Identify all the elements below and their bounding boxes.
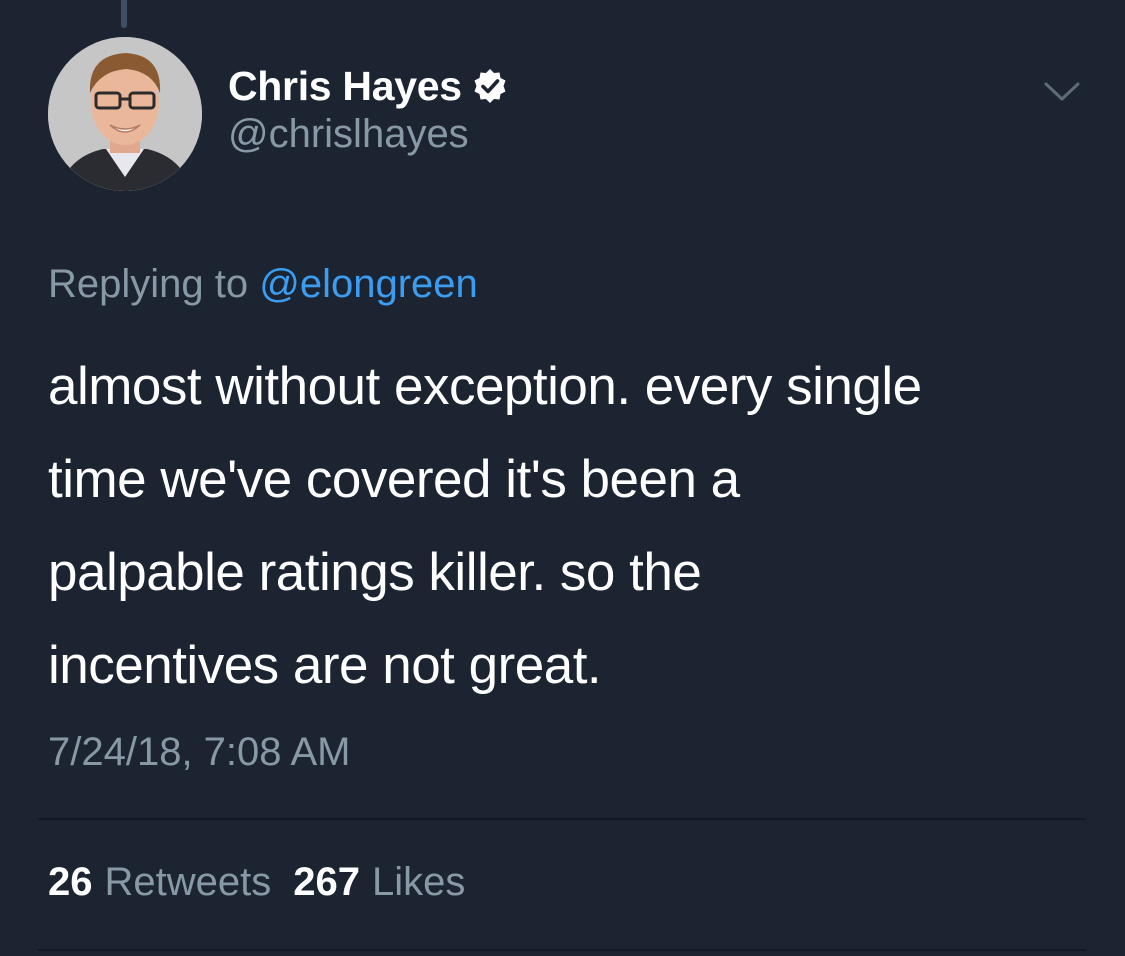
chevron-down-icon[interactable] [1040, 76, 1084, 106]
tweet-timestamp: 7/24/18, 7:08 AM [48, 730, 351, 774]
likes-stat[interactable]: 267 Likes [293, 860, 465, 905]
reply-mention-link[interactable]: @elongreen [259, 262, 478, 306]
divider [38, 818, 1086, 820]
avatar[interactable] [48, 37, 202, 191]
tweet-text-line: incentives are not great. [48, 636, 602, 695]
thread-connector-line [121, 0, 127, 28]
author-display-name[interactable]: Chris Hayes [228, 63, 462, 110]
avatar-image [48, 37, 202, 191]
retweets-label: Retweets [104, 860, 272, 904]
tweet-text-line: almost without exception. every single [48, 357, 922, 416]
replying-to-line: Replying to @elongreen [48, 262, 478, 307]
tweet-text-line: palpable ratings killer. so the [48, 543, 702, 602]
retweets-stat[interactable]: 26 Retweets [48, 860, 271, 905]
likes-label: Likes [372, 860, 466, 904]
tweet-detail: Chris Hayes @chrislhayes Replying to @el… [0, 0, 1125, 956]
verified-badge-icon [474, 69, 506, 103]
author-handle[interactable]: @chrislhayes [228, 112, 469, 157]
author-name-row[interactable]: Chris Hayes [228, 58, 508, 114]
replying-to-label: Replying to [48, 262, 249, 306]
engagement-stats: 26 Retweets 267 Likes [48, 860, 465, 905]
tweet-text-line: time we've covered it's been a [48, 450, 740, 509]
retweets-count: 26 [48, 860, 93, 904]
divider [38, 949, 1086, 951]
tweet-text: almost without exception. every single t… [48, 340, 1098, 712]
likes-count: 267 [293, 860, 360, 904]
